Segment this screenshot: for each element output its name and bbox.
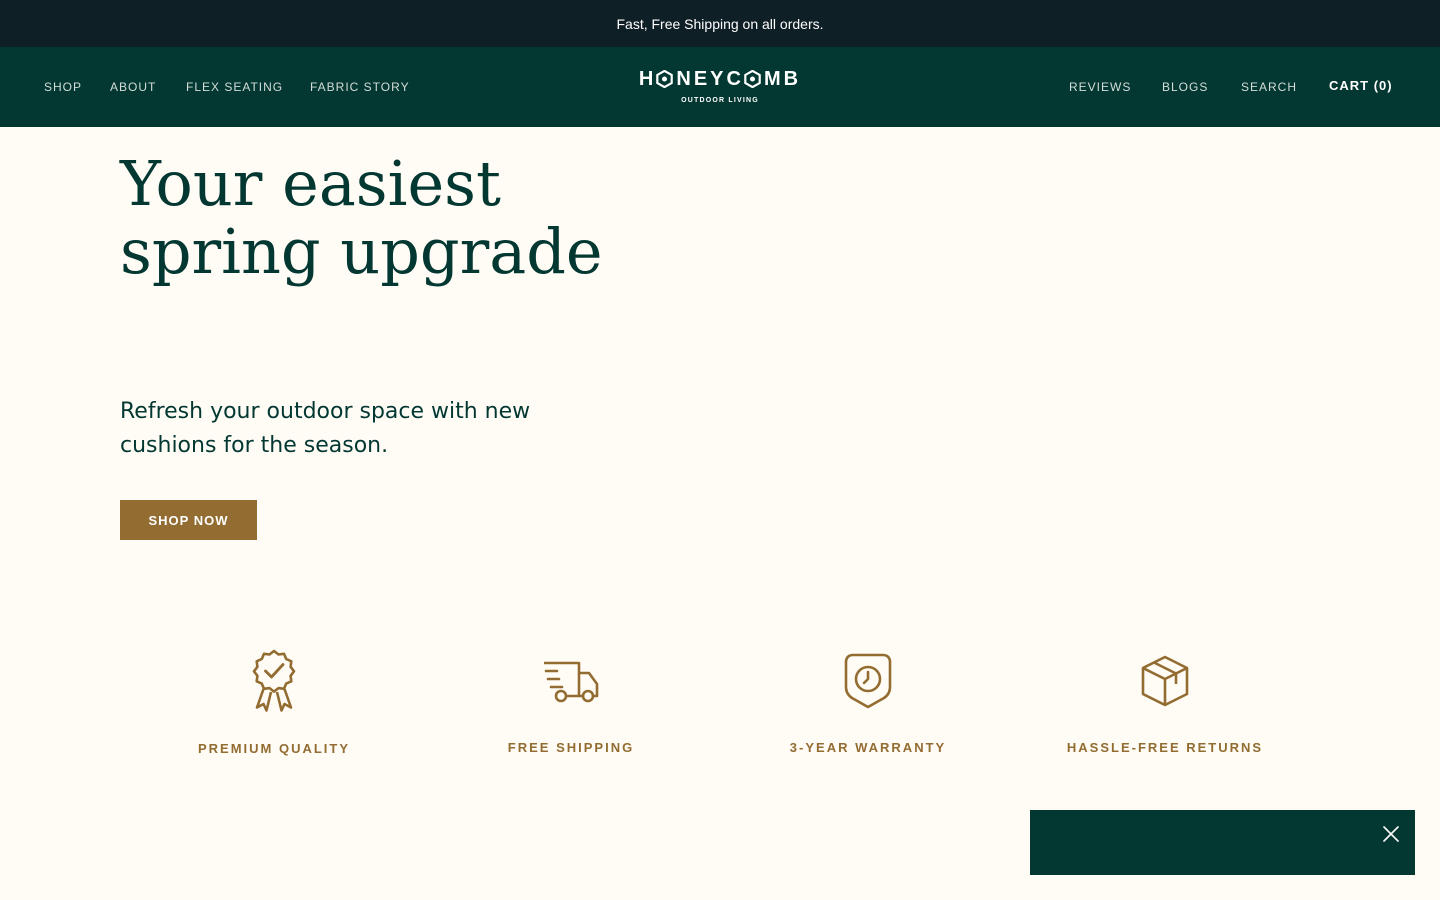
feature-label: FREE SHIPPING (507, 740, 635, 755)
package-box-icon (1141, 655, 1189, 707)
nav-fabric-story[interactable]: FABRIC STORY (310, 80, 410, 94)
ribbon-award-icon (252, 649, 296, 712)
close-icon[interactable] (1381, 824, 1401, 844)
delivery-truck-icon (544, 661, 599, 703)
hero-title: Your easiest spring upgrade (120, 147, 603, 288)
hexagon-logo-icon (656, 70, 674, 88)
feature-free-shipping: FREE SHIPPING (451, 658, 691, 763)
feature-label: PREMIUM QUALITY (197, 741, 351, 756)
feature-label: HASSLE-FREE RETURNS (1066, 740, 1264, 755)
shield-clock-icon (844, 653, 892, 709)
logo-letters-end: MB (763, 68, 802, 90)
nav-cart[interactable]: CART (0) (1329, 79, 1393, 93)
nav-about[interactable]: ABOUT (110, 80, 156, 94)
logo-wordmark: H NEYC MB (620, 68, 820, 90)
hexagon-logo-icon (744, 70, 761, 88)
logo-tagline: OUTDOOR LIVING (681, 97, 759, 104)
feature-returns: HASSLE-FREE RETURNS (1045, 654, 1285, 763)
logo-letter-h: H (638, 68, 657, 90)
announcement-text: Fast, Free Shipping on all orders. (616, 15, 824, 32)
nav-search[interactable]: SEARCH (1241, 80, 1297, 94)
nav-shop[interactable]: SHOP (44, 80, 82, 94)
feature-label: 3-YEAR WARRANTY (789, 740, 947, 755)
nav-reviews[interactable]: REVIEWS (1069, 80, 1131, 94)
site-header: SHOP ABOUT FLEX SEATING FABRIC STORY H N… (0, 47, 1440, 127)
hero-subtitle: Refresh your outdoor space with new cush… (120, 399, 531, 458)
promo-popup (1030, 810, 1415, 875)
feature-premium-quality: PREMIUM QUALITY (154, 648, 394, 763)
nav-blogs[interactable]: BLOGS (1162, 80, 1208, 94)
shop-now-button[interactable]: SHOP NOW (120, 500, 257, 540)
site-logo[interactable]: H NEYC MB OUTDOOR LIVING (620, 68, 820, 104)
announcement-bar: Fast, Free Shipping on all orders. (0, 0, 1440, 47)
feature-warranty: 3-YEAR WARRANTY (748, 650, 988, 763)
nav-flex-seating[interactable]: FLEX SEATING (186, 80, 283, 94)
logo-letters-mid: NEYC (676, 68, 744, 90)
